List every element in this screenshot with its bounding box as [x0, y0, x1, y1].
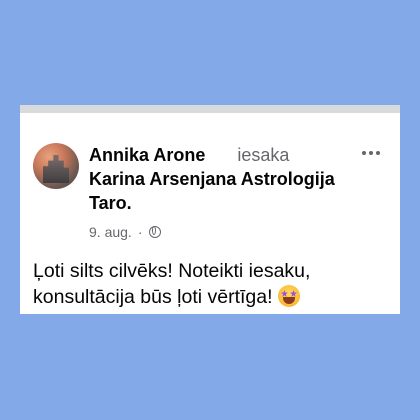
post-meta: 9. aug. · [89, 223, 161, 241]
post-text: Ļoti silts cilvēks! Noteikti iesaku, kon… [33, 260, 311, 308]
star-eye-right [289, 290, 297, 297]
post-date-link[interactable]: 9. aug. [89, 223, 132, 241]
star-struck-emoji-icon [277, 285, 300, 307]
recommend-action-text: iesaka [237, 145, 290, 165]
recommended-page: Karina Arsenjana Astrologija Taro. [89, 167, 379, 215]
meta-separator: · [137, 224, 143, 240]
ellipsis-dot [362, 151, 366, 155]
star-eye-left [280, 290, 288, 297]
ellipsis-dot [376, 151, 380, 155]
globe-icon [148, 226, 161, 238]
recommended-page-suffix: . [126, 193, 132, 213]
author-avatar[interactable] [33, 143, 79, 189]
avatar-photo [43, 155, 69, 183]
author-name-link[interactable]: Annika Arone [89, 145, 205, 165]
ellipsis-icon[interactable] [362, 151, 380, 155]
ellipsis-dot [369, 151, 373, 155]
post-header: Annika Arone iesaka [89, 144, 369, 166]
recommendation-post-card: Annika Arone iesaka Karina Arsenjana Astr… [20, 105, 400, 314]
post-body: Ļoti silts cilvēks! Noteikti iesaku, kon… [33, 258, 388, 310]
emoji-mouth [282, 297, 295, 304]
